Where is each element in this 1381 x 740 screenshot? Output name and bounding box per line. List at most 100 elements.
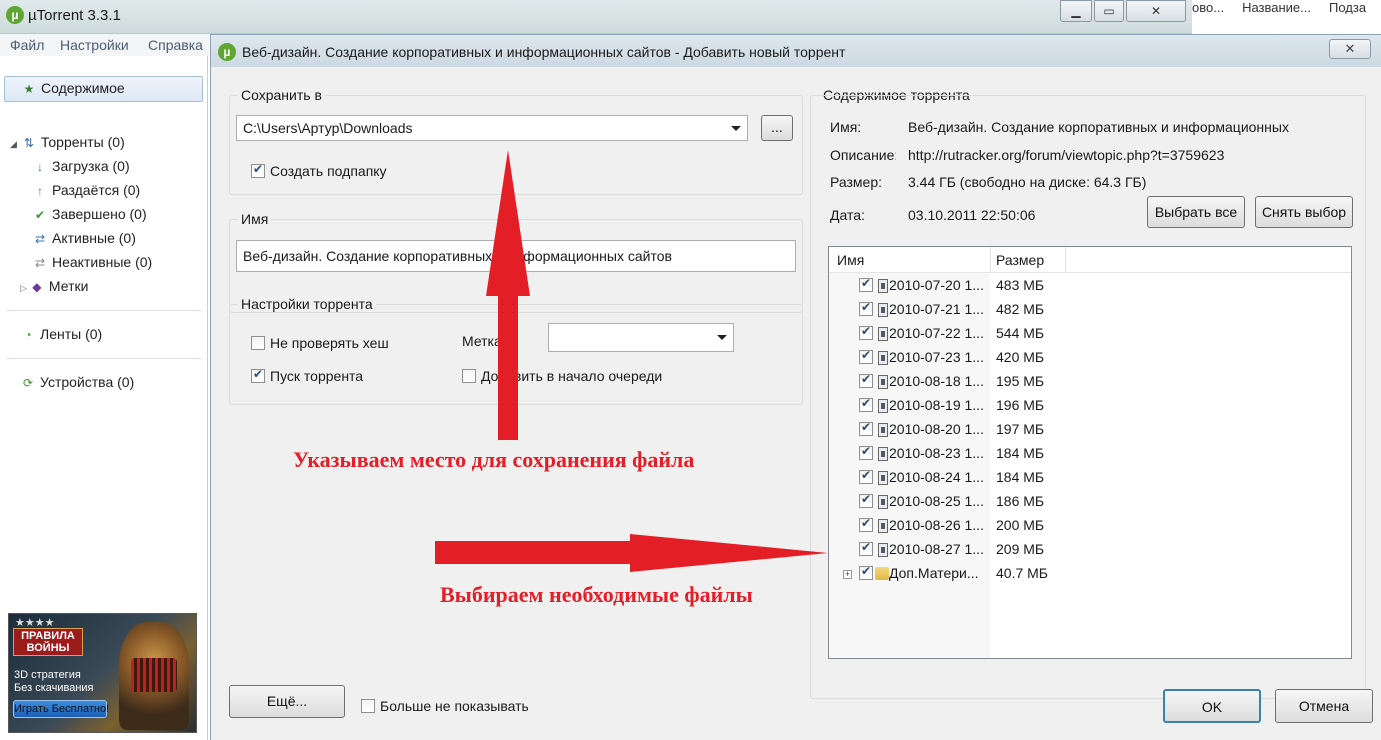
file-row[interactable]: 2010-07-21 1... 482 МБ — [829, 298, 1351, 322]
file-row[interactable]: 2010-08-26 1... 200 МБ — [829, 514, 1351, 538]
tag-icon: ◆ — [32, 280, 42, 294]
info-desc-value[interactable]: http://rutracker.org/forum/viewtopic.php… — [908, 147, 1224, 163]
ad-banner[interactable]: ★★★★ ПРАВИЛА ВОЙНЫ 3D стратегия Без скачи… — [8, 613, 197, 733]
info-desc-key: Описание: — [830, 147, 896, 163]
info-name-key: Имя: — [830, 119, 862, 135]
dont-show-checkbox[interactable] — [361, 699, 375, 713]
bg-column-text: ово... — [1192, 0, 1225, 14]
sidebar-item-contents[interactable]: ★ Содержимое — [4, 76, 203, 102]
sidebar-item-downloading[interactable]: ↓ Загрузка (0) — [32, 158, 130, 180]
file-checkbox[interactable] — [859, 492, 873, 508]
sidebar-item-devices[interactable]: ⟳ Устройства (0) — [20, 374, 134, 396]
file-size: 420 МБ — [996, 349, 1045, 365]
file-size: 195 МБ — [996, 373, 1045, 389]
file-row[interactable]: 2010-07-23 1... 420 МБ — [829, 346, 1351, 370]
main-window-title: µTorrent 3.3.1 — [28, 7, 121, 24]
column-separator[interactable] — [1065, 247, 1066, 273]
menu-file[interactable]: Файл — [10, 37, 44, 53]
file-checkbox[interactable] — [859, 324, 873, 340]
file-row[interactable]: 2010-08-27 1... 209 МБ — [829, 538, 1351, 562]
info-size-key: Размер: — [830, 174, 883, 190]
skip-hash-checkbox[interactable] — [251, 336, 265, 350]
start-torrent-checkbox[interactable] — [251, 367, 265, 383]
file-list[interactable]: Имя Размер 2010-07-20 1...483 МБ2010-07-… — [828, 246, 1352, 659]
utorrent-logo-icon: µ — [6, 6, 24, 24]
upload-icon: ↑ — [37, 184, 43, 198]
file-name: 2010-08-19 1... — [889, 397, 984, 413]
save-path-select[interactable]: C:\Users\Артур\Downloads — [236, 115, 748, 141]
file-size: 200 МБ — [996, 517, 1045, 533]
cancel-button[interactable]: Отмена — [1275, 689, 1373, 723]
column-header-size[interactable]: Размер — [996, 252, 1044, 268]
add-queue-top-checkbox[interactable] — [462, 369, 476, 383]
torrent-name-input[interactable]: Веб-дизайн. Создание корпоративных и инф… — [236, 240, 796, 272]
file-checkbox[interactable] — [859, 540, 873, 556]
file-row[interactable]: 2010-08-20 1... 197 МБ — [829, 418, 1351, 442]
sidebar-item-label: Торренты (0) — [40, 134, 125, 150]
file-row[interactable]: 2010-08-18 1... 195 МБ — [829, 370, 1351, 394]
sidebar-item-labels[interactable]: ▷ ◆ Метки — [20, 278, 88, 300]
sidebar-item-inactive[interactable]: ⇄ Неактивные (0) — [32, 254, 152, 276]
file-icon — [878, 279, 888, 293]
close-icon[interactable]: ✕ — [1126, 0, 1186, 22]
column-separator[interactable] — [990, 247, 991, 273]
ad-title: ПРАВИЛА ВОЙНЫ — [13, 628, 83, 656]
torrent-settings-group: Настройки торрента — [229, 296, 803, 405]
folder-checkbox[interactable] — [859, 564, 873, 580]
expand-arrow-icon[interactable]: ▷ — [20, 283, 27, 293]
sidebar-item-seeding[interactable]: ↑ Раздаётся (0) — [32, 182, 140, 204]
file-row[interactable]: 2010-08-19 1... 196 МБ — [829, 394, 1351, 418]
dialog-titlebar: µ Веб-дизайн. Создание корпоративных и и… — [211, 35, 1381, 67]
bg-column-text: Название... — [1242, 0, 1311, 14]
dialog-close-button[interactable]: ✕ — [1329, 39, 1371, 59]
star-icon: ★ — [23, 82, 35, 96]
file-checkbox[interactable] — [859, 420, 873, 436]
sidebar-item-torrents[interactable]: ◢ ⇅ Торренты (0) — [10, 134, 125, 156]
file-checkbox[interactable] — [859, 468, 873, 484]
more-button[interactable]: Ещё... — [229, 685, 345, 718]
ok-button[interactable]: OK — [1163, 689, 1261, 723]
deselect-all-button[interactable]: Снять выбор — [1255, 196, 1353, 228]
file-checkbox[interactable] — [859, 516, 873, 532]
sidebar: ★ Содержимое ◢ ⇅ Торренты (0) ↓ Загрузка (0)… — [0, 56, 208, 740]
file-checkbox[interactable] — [859, 372, 873, 388]
info-size-value: 3.44 ГБ (свободно на диске: 64.3 ГБ) — [908, 174, 1147, 190]
file-checkbox[interactable] — [859, 276, 873, 292]
file-row[interactable]: 2010-08-24 1... 184 МБ — [829, 466, 1351, 490]
file-name: 2010-08-23 1... — [889, 445, 984, 461]
file-size: 209 МБ — [996, 541, 1045, 557]
file-icon — [878, 399, 888, 413]
file-row[interactable]: 2010-07-22 1... 544 МБ — [829, 322, 1351, 346]
file-checkbox[interactable] — [859, 444, 873, 460]
annotation-select-files: Выбираем необходимые файлы — [440, 582, 753, 607]
file-checkbox[interactable] — [859, 348, 873, 364]
sidebar-item-label: Неактивные (0) — [52, 254, 153, 270]
file-checkbox[interactable] — [859, 396, 873, 412]
tag-select[interactable] — [548, 323, 734, 352]
column-header-name[interactable]: Имя — [837, 252, 864, 268]
sidebar-item-feeds[interactable]: ◔ Ленты (0) — [20, 326, 102, 348]
file-icon — [878, 303, 888, 317]
create-subfolder-checkbox[interactable] — [251, 162, 265, 178]
dialog-title: Веб-дизайн. Создание корпоративных и инф… — [242, 44, 846, 60]
sidebar-item-active[interactable]: ⇄ Активные (0) — [32, 230, 136, 252]
folder-row[interactable]: + Доп.Матери... 40.7 МБ — [829, 562, 1351, 586]
select-all-button[interactable]: Выбрать все — [1147, 196, 1245, 228]
expand-icon[interactable]: + — [843, 570, 852, 579]
collapse-arrow-icon[interactable]: ◢ — [10, 139, 17, 149]
file-icon — [878, 519, 888, 533]
file-checkbox[interactable] — [859, 300, 873, 316]
browse-button[interactable]: ... — [761, 115, 793, 141]
minimize-icon[interactable]: ▁ — [1060, 0, 1092, 22]
maximize-icon[interactable]: ▭ — [1094, 0, 1124, 22]
checkmark-icon: ✔ — [34, 208, 46, 222]
add-torrent-dialog: µ Веб-дизайн. Создание корпоративных и и… — [210, 34, 1381, 740]
ad-play-button[interactable]: Играть Бесплатно! — [13, 700, 109, 718]
file-row[interactable]: 2010-08-25 1... 186 МБ — [829, 490, 1351, 514]
menu-settings[interactable]: Настройки — [60, 37, 129, 53]
sidebar-item-completed[interactable]: ✔ Завершено (0) — [32, 206, 147, 228]
file-size: 196 МБ — [996, 397, 1045, 413]
file-row[interactable]: 2010-08-23 1... 184 МБ — [829, 442, 1351, 466]
file-row[interactable]: 2010-07-20 1... 483 МБ — [829, 274, 1351, 298]
menu-help[interactable]: Справка — [148, 37, 203, 53]
